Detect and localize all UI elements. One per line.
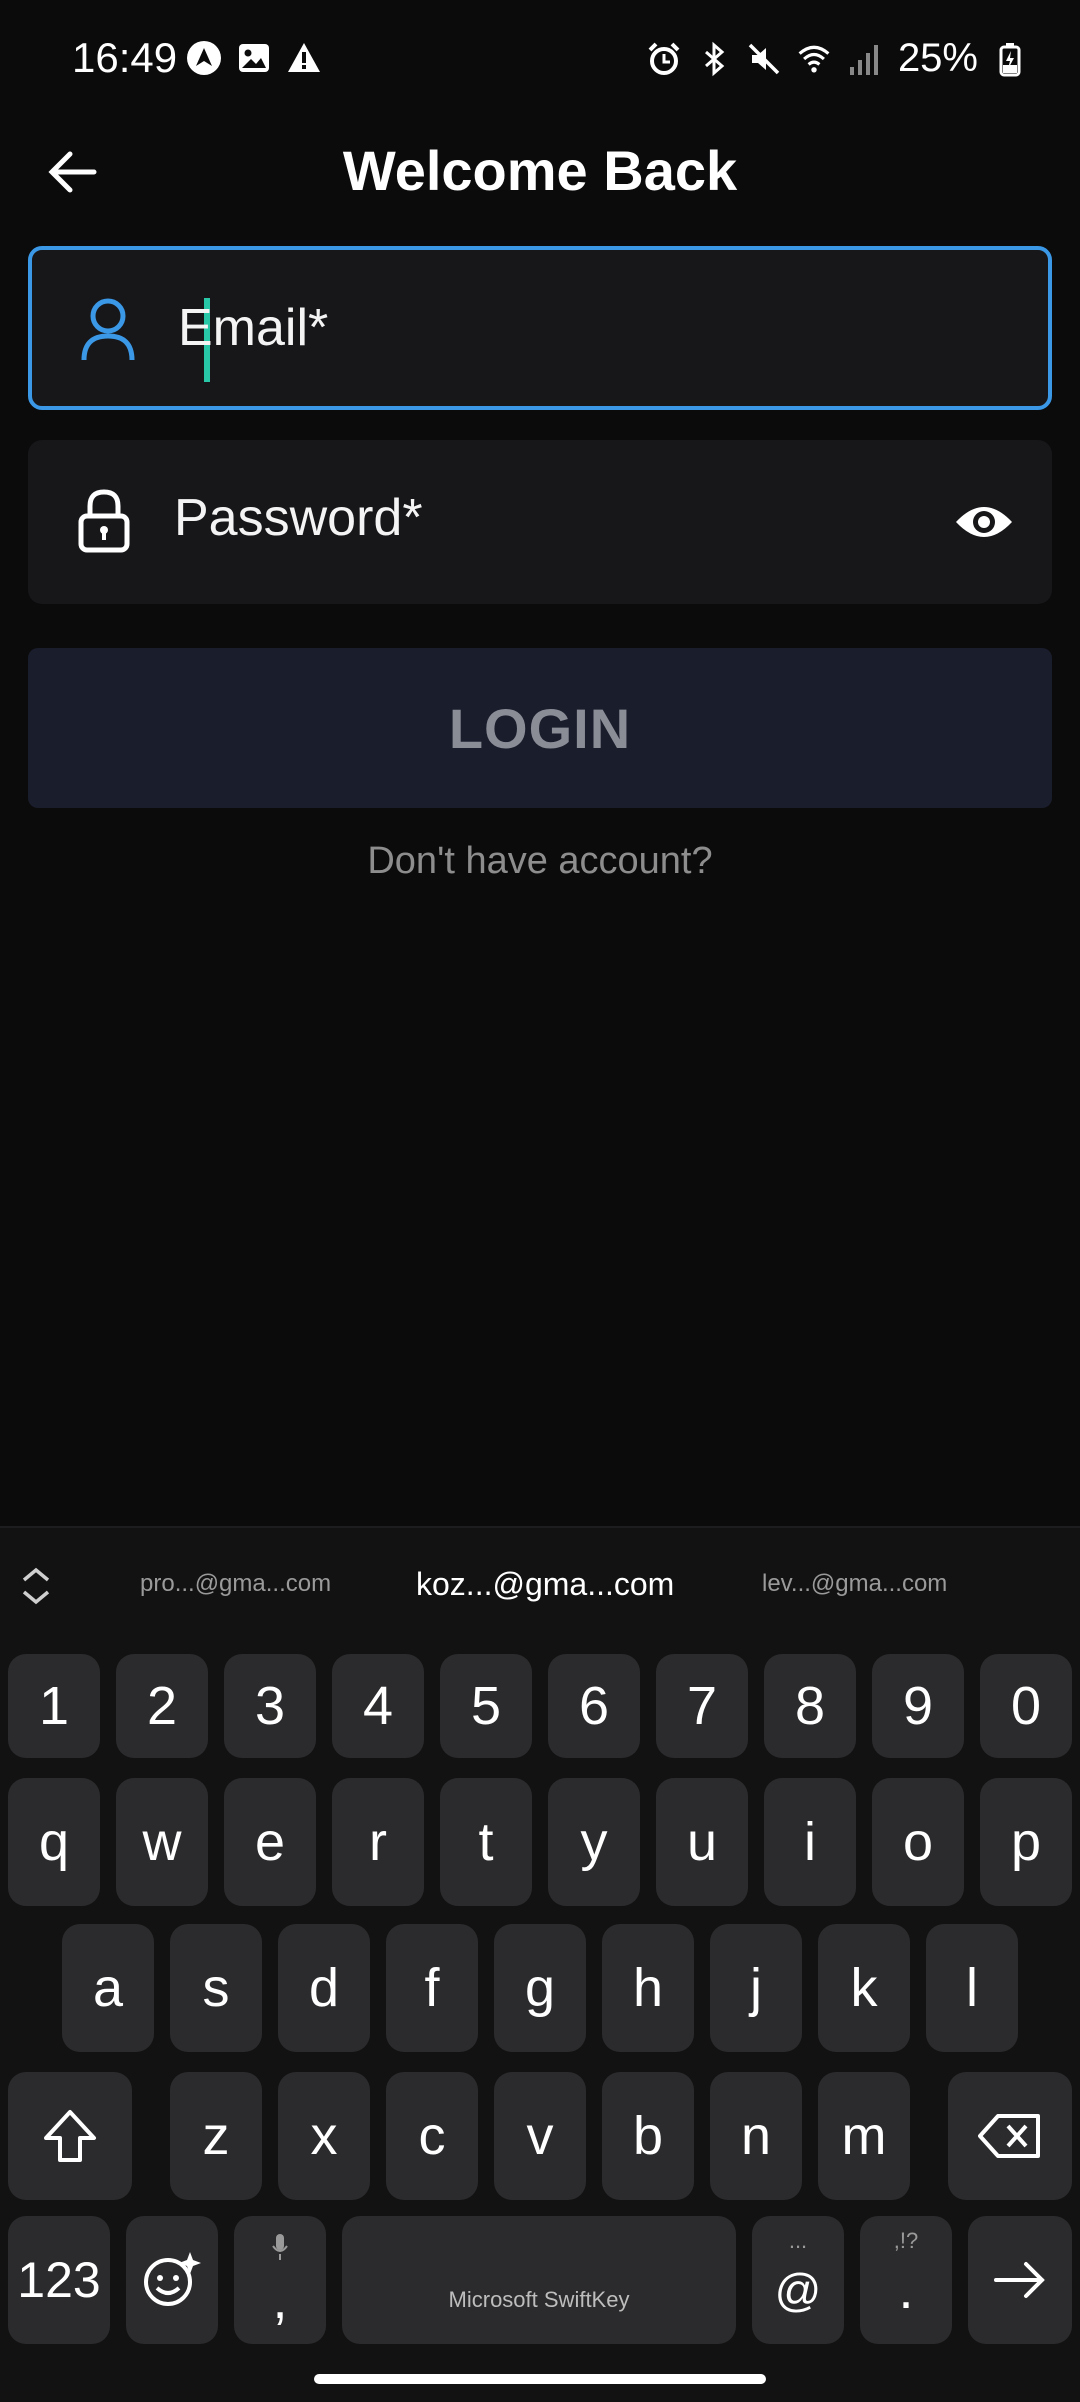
bluetooth-icon [696,41,732,77]
keyboard-brand-label: Microsoft SwiftKey [448,2287,630,2312]
chevron-up-down-icon [22,1567,50,1605]
key-m[interactable]: m [818,2072,910,2200]
shift-key[interactable] [8,2072,132,2200]
alert-icon [286,40,322,76]
key-o[interactable]: o [872,1778,964,1906]
period-key-hint: ,!? [893,2228,919,2253]
key-x[interactable]: x [278,2072,370,2200]
key-5[interactable]: 5 [440,1654,532,1758]
password-field[interactable]: Password* [28,440,1052,604]
password-placeholder: Password* [174,489,423,547]
suggestion-left[interactable]: pro...@gma...com [140,1570,331,1598]
show-password-toggle[interactable] [952,490,1016,554]
backspace-icon [978,2114,1040,2158]
eye-icon [956,507,1012,537]
navigation-icon [186,40,222,76]
key-a[interactable]: a [62,1924,154,2052]
suggestion-bar: pro...@gma...com koz...@gma...com lev...… [0,1528,1080,1648]
key-d[interactable]: d [278,1924,370,2052]
shift-icon [44,2110,96,2162]
app-header: Welcome Back [0,120,1080,220]
key-j[interactable]: j [710,1924,802,2052]
key-q[interactable]: q [8,1778,100,1906]
wifi-icon [796,41,832,77]
key-y[interactable]: y [548,1778,640,1906]
key-v[interactable]: v [494,2072,586,2200]
login-button[interactable]: LOGIN [28,648,1052,808]
status-bar: 16:49 25% [0,0,1080,120]
key-3[interactable]: 3 [224,1654,316,1758]
home-indicator[interactable] [314,2374,766,2384]
key-2[interactable]: 2 [116,1654,208,1758]
key-9[interactable]: 9 [872,1654,964,1758]
key-l[interactable]: l [926,1924,1018,2052]
mic-icon [272,2234,288,2260]
key-s[interactable]: s [170,1924,262,2052]
at-char: @ [774,2264,822,2316]
email-field[interactable]: Email* [28,246,1052,410]
space-key[interactable]: Microsoft SwiftKey [342,2216,736,2344]
key-k[interactable]: k [818,1924,910,2052]
key-1[interactable]: 1 [8,1654,100,1758]
person-icon [70,292,146,368]
key-4[interactable]: 4 [332,1654,424,1758]
key-h[interactable]: h [602,1924,694,2052]
key-c[interactable]: c [386,2072,478,2200]
comma-key[interactable]: , [234,2216,326,2344]
signal-icon [846,41,882,77]
at-key[interactable]: ... @ [752,2216,844,2344]
emoji-sparkle-icon [144,2252,201,2306]
key-6[interactable]: 6 [548,1654,640,1758]
key-e[interactable]: e [224,1778,316,1906]
key-g[interactable]: g [494,1924,586,2052]
key-t[interactable]: t [440,1778,532,1906]
period-key[interactable]: ,!? . [860,2216,952,2344]
status-time: 16:49 [72,34,178,81]
key-b[interactable]: b [602,2072,694,2200]
key-z[interactable]: z [170,2072,262,2200]
key-r[interactable]: r [332,1778,424,1906]
mute-icon [746,41,782,77]
key-u[interactable]: u [656,1778,748,1906]
soft-keyboard: pro...@gma...com koz...@gma...com lev...… [0,1526,1080,2402]
battery-charging-icon [992,41,1028,77]
key-7[interactable]: 7 [656,1654,748,1758]
enter-key[interactable] [968,2216,1072,2344]
period-char: . [898,2260,914,2320]
comma-char: , [272,2270,288,2330]
suggestion-right[interactable]: lev...@gma...com [762,1570,947,1598]
lock-icon [66,482,142,558]
email-placeholder: Email* [178,299,329,357]
gallery-icon [236,40,272,76]
numbers-key[interactable]: 123 [8,2216,110,2344]
suggestion-center[interactable]: koz...@gma...com [416,1566,674,1603]
battery-percent: 25% [897,36,978,80]
at-key-hint: ... [788,2228,808,2253]
signup-link[interactable]: Don't have account? [0,840,1080,883]
key-p[interactable]: p [980,1778,1072,1906]
expand-toolbar-button[interactable] [14,1564,58,1608]
backspace-key[interactable] [948,2072,1072,2200]
key-0[interactable]: 0 [980,1654,1072,1758]
arrow-right-icon [994,2262,1045,2298]
key-w[interactable]: w [116,1778,208,1906]
alarm-icon [646,41,682,77]
emoji-key[interactable] [126,2216,218,2344]
key-n[interactable]: n [710,2072,802,2200]
page-title: Welcome Back [342,139,738,202]
key-8[interactable]: 8 [764,1654,856,1758]
key-i[interactable]: i [764,1778,856,1906]
key-f[interactable]: f [386,1924,478,2052]
